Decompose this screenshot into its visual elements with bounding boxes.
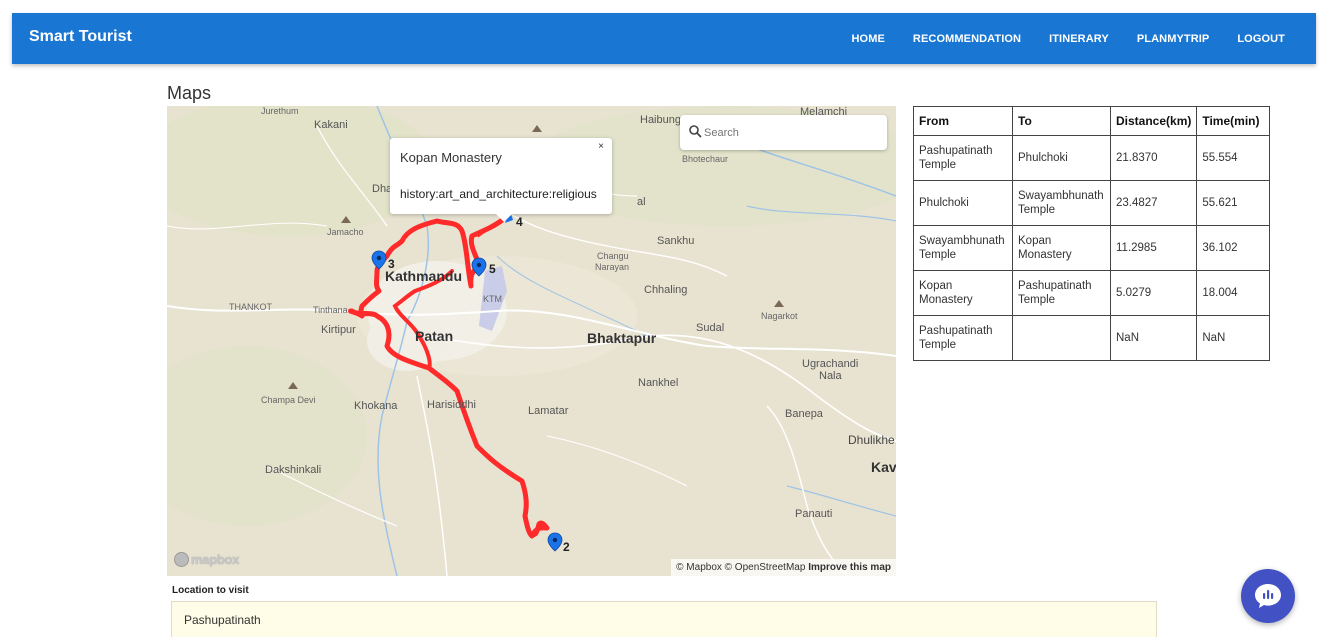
place-label: Khokana: [354, 400, 398, 412]
marker-label: 3: [388, 257, 395, 271]
attribution-text[interactable]: © Mapbox © OpenStreetMap: [676, 562, 805, 573]
improve-map-link[interactable]: Improve this map: [808, 562, 891, 573]
mapbox-logo-icon: [174, 552, 189, 567]
column-header: To: [1012, 106, 1111, 136]
place-label: Kakani: [314, 119, 348, 131]
place-label: Bhaktapur: [587, 330, 657, 346]
table-cell: 55.554: [1196, 135, 1271, 181]
search-icon: [689, 125, 702, 138]
chat-icon: [1255, 584, 1281, 608]
marker-label: 4: [516, 215, 523, 229]
top-navbar: Smart Tourist HOME RECOMMENDATION ITINER…: [12, 13, 1316, 64]
nav-planmytrip[interactable]: PLANMYTRIP: [1123, 33, 1224, 45]
map-attribution: © Mapbox © OpenStreetMap Improve this ma…: [671, 559, 896, 576]
place-label: Narayan: [595, 262, 630, 272]
table-row: Kopan Monastery Pashupatinath Temple 5.0…: [913, 270, 1271, 316]
table-cell: Pashupatinath Temple: [1012, 270, 1111, 316]
place-label: Nala: [819, 370, 842, 382]
table-cell: Phulchoki: [913, 180, 1013, 226]
table-row: Pashupatinath Temple NaN NaN: [913, 315, 1271, 361]
popup-tip: [496, 214, 512, 222]
nav-menu: HOME RECOMMENDATION ITINERARY PLANMYTRIP…: [838, 13, 1316, 64]
nav-recommendation[interactable]: RECOMMENDATION: [899, 33, 1035, 45]
place-label: Sankhu: [657, 235, 695, 247]
table-row: Phulchoki Swayambhunath Temple 23.4827 5…: [913, 180, 1271, 226]
place-label: Champa Devi: [261, 395, 316, 405]
table-cell: 5.0279: [1109, 270, 1198, 316]
table-cell: [1012, 315, 1111, 361]
place-label: Dakshinkali: [265, 464, 322, 476]
table-cell: Swayambhunath Temple: [913, 225, 1013, 271]
place-label: Panauti: [795, 508, 833, 520]
table-row: Swayambhunath Temple Kopan Monastery 11.…: [913, 225, 1271, 271]
place-label: Jamacho: [327, 227, 364, 237]
location-label: Location to visit: [172, 585, 249, 596]
place-label: Dhulikhe: [848, 433, 895, 447]
table-cell: 21.8370: [1109, 135, 1198, 181]
brand-logo[interactable]: Smart Tourist: [29, 28, 132, 46]
place-label: Patan: [415, 328, 454, 344]
place-label: Kavr: [871, 459, 896, 475]
place-label: Banepa: [785, 408, 823, 420]
place-label: Sudal: [696, 322, 725, 334]
page-title: Maps: [167, 83, 212, 103]
nav-logout[interactable]: LOGOUT: [1223, 33, 1316, 45]
place-label: KTM: [483, 294, 502, 304]
table-cell: NaN: [1196, 315, 1271, 361]
column-header: Distance(km): [1109, 106, 1198, 136]
place-label: Jurethum: [261, 106, 299, 116]
table-cell: Phulchoki: [1012, 135, 1111, 181]
table-cell: Pashupatinath Temple: [913, 135, 1013, 181]
table-cell: 55.621: [1196, 180, 1271, 226]
column-header: Time(min): [1196, 106, 1271, 136]
table-cell: 11.2985: [1109, 225, 1198, 271]
place-label: Tinthana: [313, 305, 348, 315]
table-cell: Pashupatinath Temple: [913, 315, 1013, 361]
table-cell: Kopan Monastery: [913, 270, 1013, 316]
popup-title: Kopan Monastery: [400, 150, 502, 165]
place-label: Kathmandu: [385, 268, 462, 284]
map-canvas[interactable]: Jurethum Kakani Haibung Melamchi Bhotech…: [167, 106, 896, 576]
table-cell: 18.004: [1196, 270, 1271, 316]
table-cell: Kopan Monastery: [1012, 225, 1111, 271]
place-label: Ugrachandi: [802, 358, 859, 370]
place-label: Haibung: [640, 114, 681, 126]
peak-icon: [288, 382, 298, 389]
table-row: Pashupatinath Temple Phulchoki 21.8370 5…: [913, 135, 1271, 181]
peak-icon: [532, 125, 542, 132]
place-label: Lamatar: [528, 405, 569, 417]
nav-itinerary[interactable]: ITINERARY: [1035, 33, 1123, 45]
column-header: From: [913, 106, 1013, 136]
place-label: Bhotechaur: [682, 154, 729, 164]
place-label: THANKOT: [229, 302, 273, 312]
marker-label: 2: [563, 540, 570, 554]
marker-label: 5: [489, 262, 496, 276]
place-label: Kirtipur: [321, 324, 356, 336]
place-label: Changu: [597, 251, 629, 261]
route-table: From To Distance(km) Time(min) Pashupati…: [913, 106, 1271, 361]
table-header-row: From To Distance(km) Time(min): [913, 106, 1271, 136]
place-label: al: [637, 196, 646, 208]
search-input[interactable]: [704, 124, 879, 142]
mapbox-logo[interactable]: mapbox: [174, 552, 239, 567]
place-label: Chhaling: [644, 284, 688, 296]
place-label: Nagarkot: [761, 311, 798, 321]
peak-icon: [774, 300, 784, 307]
map-search-box[interactable]: [680, 115, 887, 150]
peak-icon: [341, 216, 351, 223]
table-cell: 23.4827: [1109, 180, 1198, 226]
chat-button[interactable]: [1241, 569, 1295, 623]
table-cell: Swayambhunath Temple: [1012, 180, 1111, 226]
place-label: Nankhel: [638, 377, 679, 389]
table-cell: NaN: [1109, 315, 1198, 361]
popup-close-button[interactable]: ×: [598, 141, 604, 152]
marker-popup: × Kopan Monastery history:art_and_archit…: [390, 138, 612, 222]
table-cell: 36.102: [1196, 225, 1271, 271]
place-label: Harisiddhi: [427, 399, 476, 411]
popup-description: history:art_and_architecture:religious: [400, 187, 597, 201]
location-field[interactable]: Pashupatinath: [171, 601, 1157, 637]
nav-home[interactable]: HOME: [838, 33, 899, 45]
